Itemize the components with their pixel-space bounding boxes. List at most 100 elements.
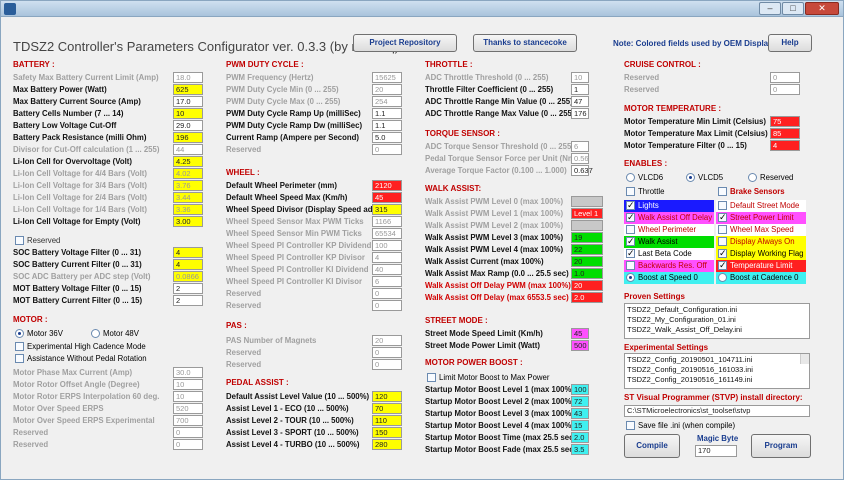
enable-radio[interactable] <box>718 273 727 282</box>
enable-checkbox[interactable] <box>718 201 727 210</box>
experimental-cadence-checkbox[interactable] <box>15 342 24 351</box>
setting-field[interactable]: 65534 <box>372 228 402 239</box>
enable-checkbox[interactable] <box>626 225 635 234</box>
list-item[interactable]: TSDZ2_Default_Configuration.ini <box>627 305 807 315</box>
setting-field[interactable]: 100 <box>372 240 402 251</box>
motor-48v-radio[interactable] <box>91 329 100 338</box>
setting-field[interactable]: 196 <box>173 132 203 143</box>
setting-field[interactable]: 72 <box>571 396 589 407</box>
enable-option[interactable]: Temperature Limit <box>716 259 806 272</box>
compile-button[interactable]: Compile <box>624 434 680 458</box>
enable-option[interactable]: Wheel Perimeter <box>624 224 714 236</box>
setting-field[interactable]: 10 <box>571 72 589 83</box>
enable-radio[interactable] <box>626 273 635 282</box>
setting-field[interactable] <box>571 196 603 207</box>
list-item[interactable]: TSDZ2_Config_20190501_104711.ini <box>627 355 807 365</box>
limit-boost-checkbox[interactable] <box>427 373 436 382</box>
close-icon[interactable]: ✕ <box>805 2 839 15</box>
setting-field[interactable]: 700 <box>173 415 203 426</box>
setting-field[interactable]: 0 <box>372 144 402 155</box>
enable-option[interactable]: Boost at Cadence 0 <box>716 272 806 284</box>
setting-field[interactable]: 3.00 <box>173 216 203 227</box>
setting-field[interactable]: 19 <box>571 232 603 243</box>
setting-field[interactable]: 0.637 <box>571 165 593 176</box>
enable-checkbox[interactable] <box>626 235 635 247</box>
setting-field[interactable]: 15 <box>571 420 589 431</box>
setting-field[interactable]: 2120 <box>372 180 402 191</box>
setting-field[interactable]: 0 <box>372 288 402 299</box>
enable-checkbox[interactable] <box>626 247 635 259</box>
setting-field[interactable]: 5.0 <box>372 132 402 143</box>
brake-sensors-checkbox[interactable] <box>718 187 727 196</box>
reserved-radio[interactable] <box>748 173 757 182</box>
setting-field[interactable]: 100 <box>571 384 589 395</box>
enable-option[interactable]: Backwards Res. Off <box>624 260 714 272</box>
throttle-checkbox[interactable] <box>626 187 635 196</box>
vlcd6-radio[interactable] <box>626 173 635 182</box>
setting-field[interactable]: 2 <box>173 283 203 294</box>
setting-field[interactable]: 40 <box>372 264 402 275</box>
enable-checkbox[interactable] <box>626 199 635 211</box>
enable-checkbox[interactable] <box>718 211 727 223</box>
enable-checkbox[interactable] <box>718 237 727 246</box>
setting-field[interactable]: 4.25 <box>173 156 203 167</box>
program-button[interactable]: Program <box>751 434 811 458</box>
setting-field[interactable]: 22 <box>571 244 603 255</box>
enable-checkbox[interactable] <box>718 247 727 259</box>
setting-field[interactable]: 4 <box>173 259 203 270</box>
setting-field[interactable]: 3.36 <box>173 204 203 215</box>
setting-field[interactable]: 254 <box>372 96 402 107</box>
setting-field[interactable]: 120 <box>372 391 402 402</box>
setting-field[interactable]: 176 <box>571 108 589 119</box>
stvp-path-input[interactable]: C:\STMicroelectronics\st_toolset\stvp <box>624 405 810 417</box>
enable-option[interactable]: Lights <box>624 199 714 212</box>
setting-field[interactable]: 10 <box>173 379 203 390</box>
enable-checkbox[interactable] <box>626 211 635 223</box>
project-repository-button[interactable]: Project Repository <box>353 34 457 52</box>
setting-field[interactable]: 20 <box>571 280 603 291</box>
setting-field[interactable]: 0.56 <box>571 153 589 164</box>
enable-option[interactable]: Walk Assist Off Delay <box>624 211 714 224</box>
enable-option[interactable]: Boost at Speed 0 <box>624 272 714 284</box>
minimize-icon[interactable]: – <box>759 2 781 15</box>
setting-field[interactable]: 0 <box>173 439 203 450</box>
setting-field[interactable]: 4 <box>372 252 402 263</box>
enable-option[interactable]: Street Power Limit <box>716 211 806 224</box>
setting-field[interactable]: 2.0 <box>571 292 603 303</box>
thanks-button[interactable]: Thanks to stancecoke <box>473 34 577 52</box>
enable-checkbox[interactable] <box>626 261 635 270</box>
setting-field[interactable]: 1.1 <box>372 108 402 119</box>
setting-field[interactable]: 1166 <box>372 216 402 227</box>
setting-field[interactable]: 30.0 <box>173 367 203 378</box>
setting-field[interactable]: 15625 <box>372 72 402 83</box>
setting-field[interactable]: 6 <box>571 141 589 152</box>
setting-field[interactable]: 45 <box>372 192 402 203</box>
setting-field[interactable]: 0 <box>372 347 402 358</box>
list-item[interactable]: TSDZ2_Config_20190516_161033.ini <box>627 365 807 375</box>
setting-field[interactable]: 0.0866 <box>173 271 203 282</box>
list-scrollbar[interactable] <box>800 354 809 364</box>
setting-field[interactable]: 625 <box>173 84 203 95</box>
enable-option[interactable]: Display Working Flag <box>716 247 806 260</box>
vlcd5-radio[interactable] <box>686 173 695 182</box>
setting-field[interactable]: 0 <box>173 427 203 438</box>
maximize-icon[interactable]: □ <box>782 2 804 15</box>
setting-field[interactable]: 1.1 <box>372 120 402 131</box>
setting-field[interactable]: 18.0 <box>173 72 203 83</box>
setting-field[interactable]: 0 <box>770 84 800 95</box>
setting-field[interactable]: 2.0 <box>571 432 589 443</box>
setting-field[interactable]: 150 <box>372 427 402 438</box>
motor-36v-radio[interactable] <box>15 329 24 338</box>
experimental-settings-list[interactable]: TSDZ2_Config_20190501_104711.ini TSDZ2_Co… <box>624 353 810 389</box>
list-item[interactable]: TSDZ2_Config_20190516_161149.ini <box>627 375 807 385</box>
setting-field[interactable]: 2 <box>173 295 203 306</box>
setting-field[interactable]: 20 <box>372 84 402 95</box>
enable-checkbox[interactable] <box>718 259 727 271</box>
setting-field[interactable]: 110 <box>372 415 402 426</box>
setting-field[interactable] <box>571 220 603 231</box>
help-button[interactable]: Help <box>768 34 812 52</box>
setting-field[interactable]: 4.02 <box>173 168 203 179</box>
setting-field[interactable]: 280 <box>372 439 402 450</box>
enable-checkbox[interactable] <box>718 225 727 234</box>
setting-field[interactable]: 20 <box>571 256 603 267</box>
